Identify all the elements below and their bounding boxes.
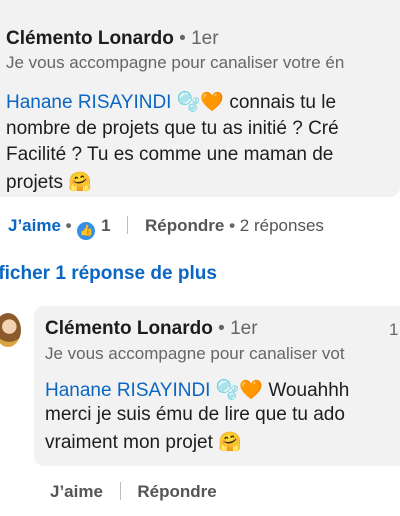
comment-time: 1er <box>230 318 258 339</box>
comment-bubble: Clémento Lonardo • 1er Je vous accompagn… <box>0 0 400 197</box>
mention-link[interactable]: Hanane RISAYINDI <box>6 92 171 113</box>
comment-text: merci je suis ému de lire que tu ado <box>45 404 345 425</box>
like-button[interactable]: J’aime <box>50 482 103 501</box>
like-button[interactable]: J’aime <box>8 216 61 235</box>
author-headline: Je vous accompagne pour canaliser vot <box>45 344 345 363</box>
reply-button[interactable]: Répondre <box>137 482 216 501</box>
divider <box>119 482 121 500</box>
author-name[interactable]: Clémento Lonardo <box>45 318 213 339</box>
comment-time: 1er <box>191 28 219 49</box>
separator-dot: • <box>229 216 240 235</box>
emoji-group: 🫧🧡 <box>176 92 225 113</box>
separator-dot: • <box>179 28 192 49</box>
right-edge-text: 1 <box>389 320 399 339</box>
comment-text: connais tu le <box>229 92 337 113</box>
author-headline: Je vous accompagne pour canaliser votre … <box>6 53 345 72</box>
user-avatar[interactable] <box>0 313 21 347</box>
comment-actions: J’aime • 👍 1 Répondre • 2 réponses <box>8 216 324 241</box>
load-more-replies-link[interactable]: fficher 1 réponse de plus <box>0 263 217 285</box>
divider <box>127 216 129 234</box>
reply-actions: J’aime Répondre <box>50 482 217 502</box>
thumbs-up-reaction-icon[interactable]: 👍 <box>76 221 97 241</box>
comment-text: projets 🤗 <box>6 172 92 193</box>
reply-button[interactable]: Répondre <box>145 216 224 235</box>
reply-bubble: Clémento Lonardo • 1er 1 Je vous accompa… <box>34 306 400 466</box>
separator-dot: • <box>218 318 231 339</box>
separator-dot: • <box>65 216 77 235</box>
comment-text: Facilité ? Tu es comme une maman de <box>6 144 334 165</box>
comment-text: vraiment mon projet 🤗 <box>45 432 242 453</box>
comment-text: nombre de projets que tu as initié ? Cré <box>6 118 339 139</box>
replies-count-link[interactable]: 2 réponses <box>240 216 324 235</box>
mention-link[interactable]: Hanane RISAYINDI <box>45 380 210 401</box>
emoji-group: 🫧🧡 <box>215 380 264 401</box>
reaction-count[interactable]: 1 <box>101 216 110 235</box>
author-name[interactable]: Clémento Lonardo <box>6 28 174 49</box>
comment-text: Wouahhh <box>268 380 350 401</box>
